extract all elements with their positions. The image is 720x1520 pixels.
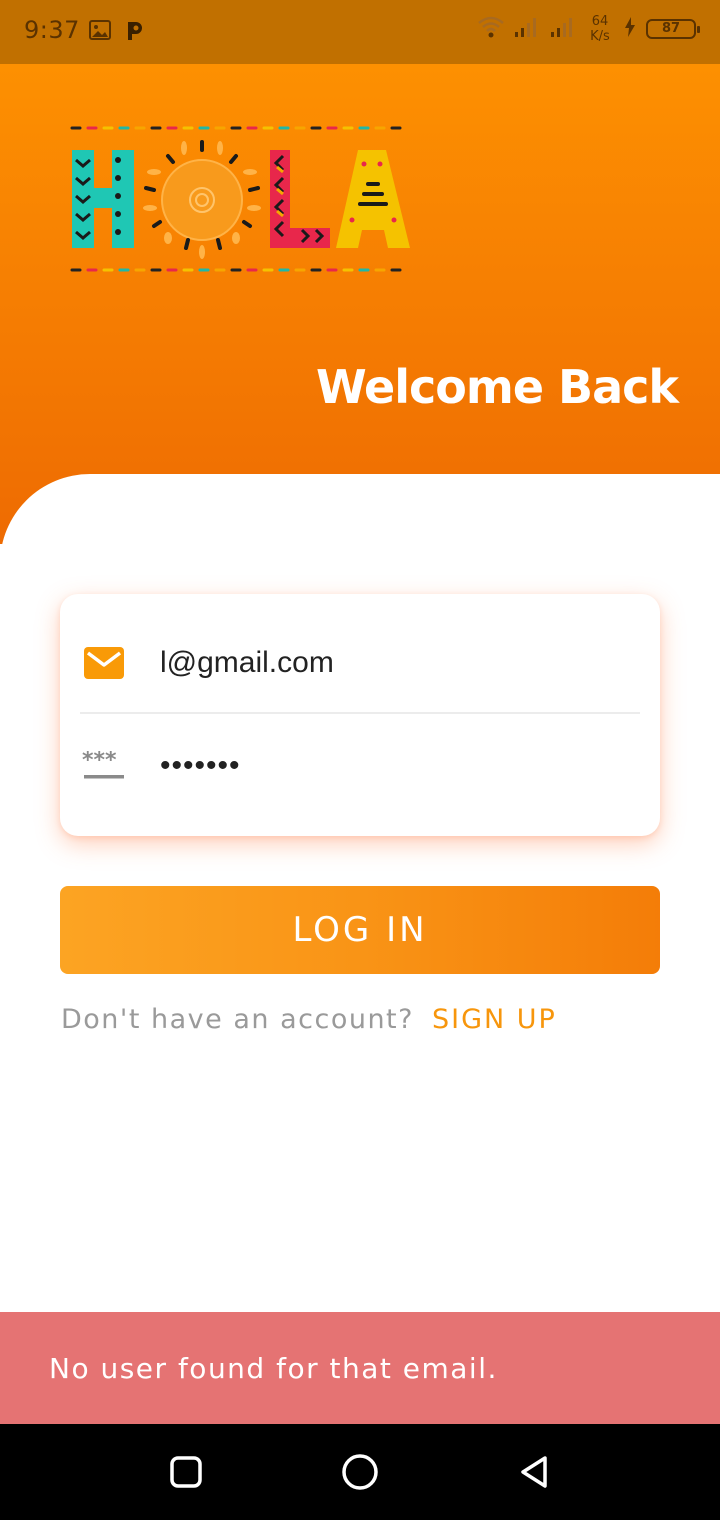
net-speed-value: 64 [591, 14, 609, 29]
home-icon[interactable] [336, 1448, 384, 1496]
status-bar: 9:37 64 K/s 87 [0, 0, 720, 64]
wifi-icon [478, 16, 504, 42]
status-time: 9:37 [24, 16, 80, 44]
recents-icon[interactable] [162, 1448, 210, 1496]
signup-prompt: Don't have an account? [61, 1004, 414, 1035]
hola-logo [68, 120, 412, 280]
password-value[interactable]: ••••••• [160, 749, 241, 783]
net-speed: 64 K/s [586, 14, 614, 44]
net-speed-unit: K/s [590, 29, 610, 44]
welcome-title: Welcome Back [315, 360, 679, 414]
system-nav-bar [0, 1424, 720, 1520]
password-field[interactable]: *** ••••••• [80, 716, 640, 816]
signup-row: Don't have an account? SIGN UP [61, 1004, 557, 1035]
login-button[interactable]: LOG IN [60, 886, 660, 974]
error-snackbar: No user found for that email. [0, 1312, 720, 1424]
charging-icon [624, 17, 636, 41]
login-form-card: l@gmail.com *** ••••••• [60, 594, 660, 836]
svg-text:***: *** [82, 751, 117, 773]
mail-icon [82, 641, 126, 685]
back-icon[interactable] [510, 1448, 558, 1496]
signal-icon [550, 16, 576, 42]
snackbar-message: No user found for that email. [49, 1351, 498, 1385]
password-icon: *** [82, 744, 126, 788]
signal-icon [514, 16, 540, 42]
email-value[interactable]: l@gmail.com [160, 646, 334, 680]
battery-icon: 87 [646, 19, 700, 39]
p-app-icon [124, 18, 146, 46]
image-icon [88, 18, 112, 46]
signup-link[interactable]: SIGN UP [432, 1004, 557, 1035]
email-field[interactable]: l@gmail.com [80, 614, 640, 714]
